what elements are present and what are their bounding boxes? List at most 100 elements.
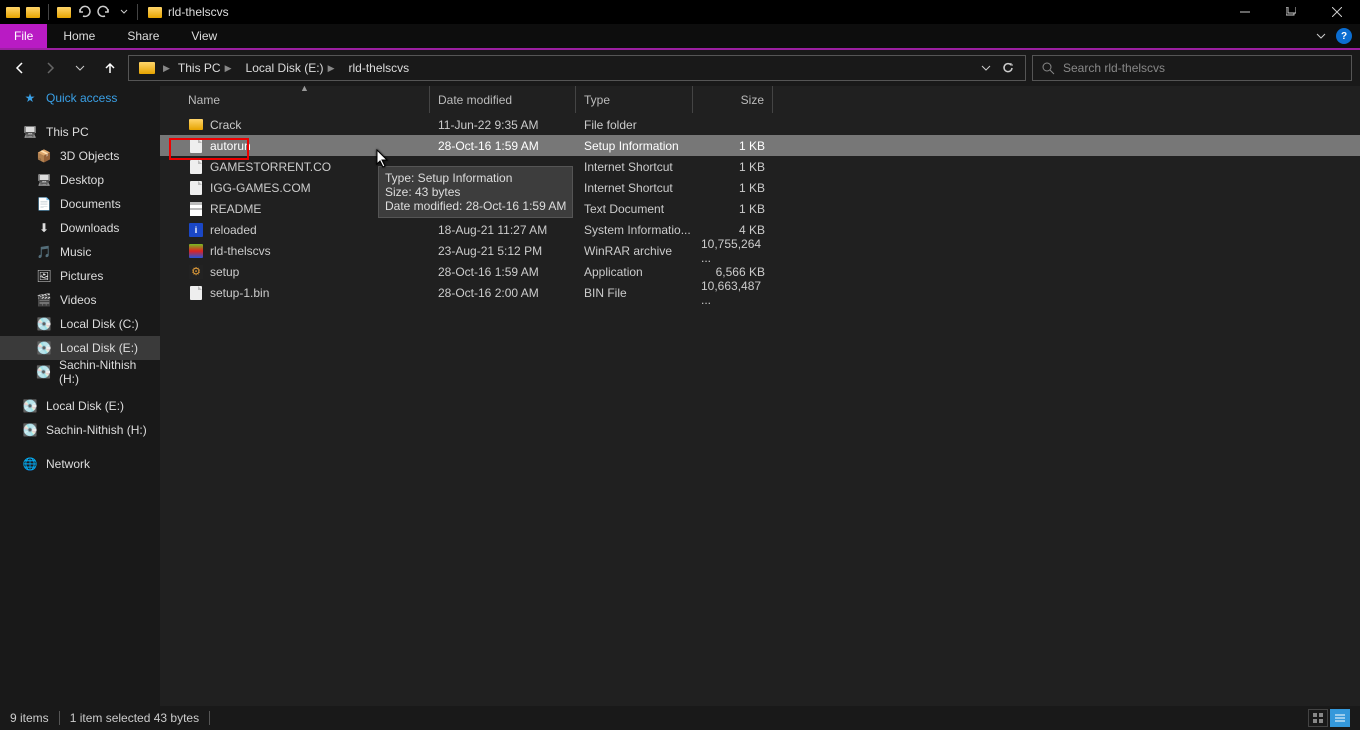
recent-dropdown[interactable]	[68, 56, 92, 80]
sidebar-item[interactable]: 🎬Videos	[0, 288, 160, 312]
close-button[interactable]	[1314, 0, 1360, 24]
file-type: Internet Shortcut	[576, 160, 693, 174]
file-size: 6,566 KB	[693, 265, 773, 279]
file-row[interactable]: setup-1.bin 28-Oct-16 2:00 AM BIN File 1…	[160, 282, 1360, 303]
minimize-button[interactable]	[1222, 0, 1268, 24]
file-date: 28-Oct-16 1:59 AM	[430, 265, 576, 279]
sidebar-drive[interactable]: 💽Sachin-Nithish (H:)	[0, 418, 160, 442]
pc-icon: 🖥	[22, 125, 38, 139]
view-details-button[interactable]	[1330, 709, 1350, 727]
file-name: setup	[210, 265, 239, 279]
drive-icon: 💽	[22, 423, 38, 437]
tooltip-line: Type: Setup Information	[385, 171, 566, 185]
nav-bar: ▶ This PC▶ Local Disk (E:)▶ rld-thelscvs…	[0, 50, 1360, 86]
folder-icon	[24, 3, 42, 21]
sidebar-item[interactable]: 🎵Music	[0, 240, 160, 264]
sidebar-item[interactable]: 🖥Desktop	[0, 168, 160, 192]
drive-icon: 🎬	[36, 293, 52, 307]
column-date[interactable]: Date modified	[430, 86, 576, 113]
view-toggle	[1308, 709, 1350, 727]
tab-view[interactable]: View	[175, 24, 233, 48]
file-type: Application	[576, 265, 693, 279]
file-size: 1 KB	[693, 202, 773, 216]
up-button[interactable]	[98, 56, 122, 80]
breadcrumb-segment[interactable]: rld-thelscvs	[342, 61, 415, 75]
file-date: 28-Oct-16 1:59 AM	[430, 139, 576, 153]
network-icon: 🌐	[22, 457, 38, 471]
view-thumbnails-button[interactable]	[1308, 709, 1328, 727]
search-input[interactable]: Search rld-thelscvs	[1032, 55, 1352, 81]
refresh-icon[interactable]	[1001, 61, 1015, 75]
folder-icon	[4, 3, 22, 21]
window-controls	[1222, 0, 1360, 24]
file-name: GAMESTORRENT.CO	[210, 160, 331, 174]
main-area: ★ Quick access 🖥 This PC 📦3D Objects🖥Des…	[0, 86, 1360, 706]
file-icon	[188, 138, 204, 154]
file-name: autorun	[210, 139, 251, 153]
file-pane: Name▲ Date modified Type Size Crack 11-J…	[160, 86, 1360, 706]
file-name: reloaded	[210, 223, 257, 237]
file-type: Setup Information	[576, 139, 693, 153]
file-icon	[188, 243, 204, 259]
redo-icon[interactable]	[95, 3, 113, 21]
file-date: 23-Aug-21 5:12 PM	[430, 244, 576, 258]
qat-dropdown-icon[interactable]	[115, 3, 133, 21]
sidebar-item[interactable]: 💽Local Disk (C:)	[0, 312, 160, 336]
sidebar-item[interactable]: 📦3D Objects	[0, 144, 160, 168]
separator	[209, 711, 210, 725]
file-row[interactable]: README Text Document 1 KB	[160, 198, 1360, 219]
sidebar-item[interactable]: 📄Documents	[0, 192, 160, 216]
column-headers: Name▲ Date modified Type Size	[160, 86, 1360, 114]
tab-share[interactable]: Share	[111, 24, 175, 48]
column-size[interactable]: Size	[693, 86, 773, 113]
breadcrumb-segment[interactable]: Local Disk (E:)▶	[240, 61, 341, 75]
tooltip: Type: Setup Information Size: 43 bytes D…	[378, 166, 573, 218]
sidebar-this-pc[interactable]: 🖥 This PC	[0, 120, 160, 144]
sidebar-drive[interactable]: 💽Local Disk (E:)	[0, 394, 160, 418]
column-type[interactable]: Type	[576, 86, 693, 113]
back-button[interactable]	[8, 56, 32, 80]
column-name[interactable]: Name▲	[180, 86, 430, 113]
forward-button[interactable]	[38, 56, 62, 80]
file-size: 1 KB	[693, 160, 773, 174]
ribbon-tabs: File Home Share View ?	[0, 24, 1360, 50]
sidebar-item[interactable]: 💽Sachin-Nithish (H:)	[0, 360, 160, 384]
file-row[interactable]: GAMESTORRENT.CO Internet Shortcut 1 KB	[160, 156, 1360, 177]
undo-icon[interactable]	[75, 3, 93, 21]
file-name: README	[210, 202, 261, 216]
file-icon	[188, 180, 204, 196]
file-size: 10,755,264 ...	[693, 237, 773, 265]
file-size: 1 KB	[693, 181, 773, 195]
sidebar-item[interactable]: ⬇Downloads	[0, 216, 160, 240]
window-title: rld-thelscvs	[148, 5, 229, 19]
file-row[interactable]: Crack 11-Jun-22 9:35 AM File folder	[160, 114, 1360, 135]
sidebar-item[interactable]: 💽Local Disk (E:)	[0, 336, 160, 360]
tab-home[interactable]: Home	[47, 24, 111, 48]
sidebar-network[interactable]: 🌐 Network	[0, 452, 160, 476]
file-icon: i	[188, 222, 204, 238]
chevron-down-icon[interactable]	[1316, 31, 1326, 41]
file-row[interactable]: rld-thelscvs 23-Aug-21 5:12 PM WinRAR ar…	[160, 240, 1360, 261]
maximize-button[interactable]	[1268, 0, 1314, 24]
file-size: 4 KB	[693, 223, 773, 237]
chevron-down-icon[interactable]	[981, 63, 991, 73]
file-row[interactable]: IGG-GAMES.COM Internet Shortcut 1 KB	[160, 177, 1360, 198]
breadcrumb[interactable]: ▶ This PC▶ Local Disk (E:)▶ rld-thelscvs	[128, 55, 1026, 81]
help-icon[interactable]: ?	[1336, 28, 1352, 44]
title-label: rld-thelscvs	[168, 5, 229, 19]
breadcrumb-segment[interactable]: This PC▶	[172, 61, 238, 75]
drive-icon: 📦	[36, 149, 52, 163]
file-type: Internet Shortcut	[576, 181, 693, 195]
file-row[interactable]: autorun 28-Oct-16 1:59 AM Setup Informat…	[160, 135, 1360, 156]
tab-file[interactable]: File	[0, 24, 47, 48]
separator	[48, 4, 49, 20]
file-name: rld-thelscvs	[210, 244, 271, 258]
sidebar-quick-access[interactable]: ★ Quick access	[0, 86, 160, 110]
sidebar-item[interactable]: 🖼Pictures	[0, 264, 160, 288]
folder-icon	[148, 7, 162, 18]
tooltip-line: Size: 43 bytes	[385, 185, 566, 199]
star-icon: ★	[22, 91, 38, 105]
chevron-right-icon[interactable]: ▶	[163, 63, 170, 74]
file-icon	[188, 201, 204, 217]
drive-icon: 🎵	[36, 245, 52, 259]
